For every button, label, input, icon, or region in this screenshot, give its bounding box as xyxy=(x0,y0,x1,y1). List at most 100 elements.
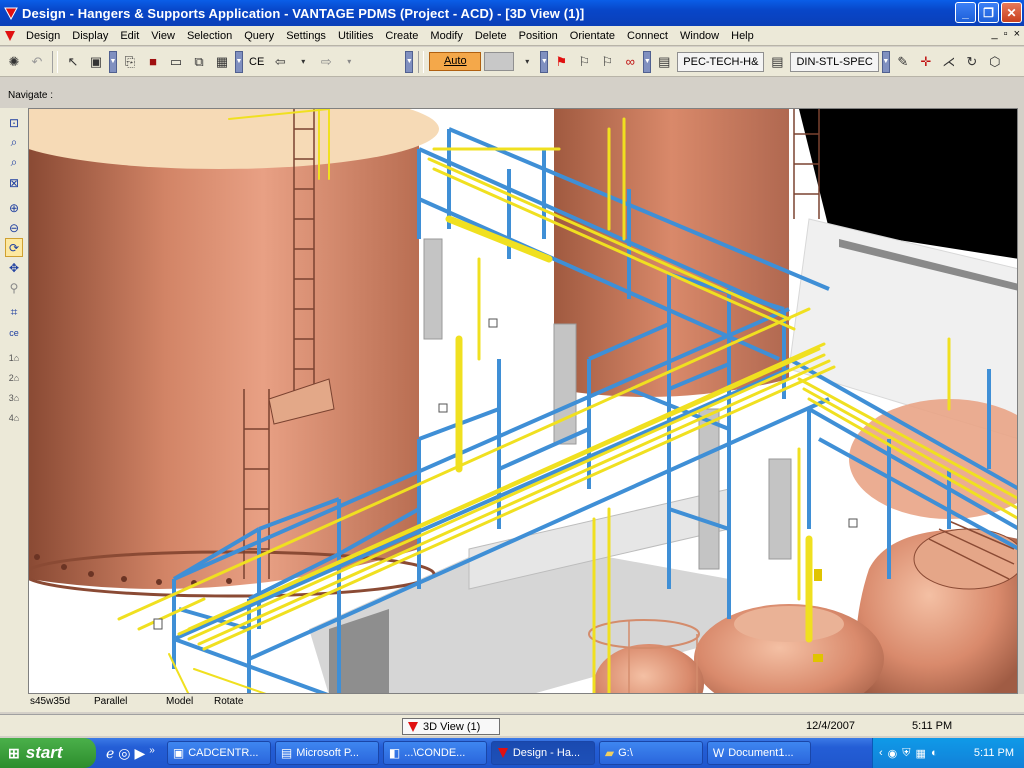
network-icon[interactable]: ⬡ xyxy=(985,52,1005,72)
menu-bar: Design Display Edit View Selection Query… xyxy=(0,26,1024,46)
flag-red-icon[interactable]: ⚑ xyxy=(551,52,571,72)
pipe-spec-field[interactable]: PEC-TECH-H& xyxy=(677,51,765,72)
menu-edit[interactable]: Edit xyxy=(114,26,145,46)
pen-icon[interactable]: ✎ xyxy=(893,52,913,72)
media-icon[interactable]: ▶ xyxy=(135,745,146,762)
mdi-close-button[interactable]: × xyxy=(1014,28,1020,40)
flag-clear-icon[interactable]: ⚐ xyxy=(597,52,617,72)
zoom-window-icon[interactable]: ⌕ xyxy=(5,133,23,152)
windows-icon[interactable]: ⧉ xyxy=(189,52,209,72)
limits-icon[interactable]: ⌗ xyxy=(5,303,23,322)
menu-view[interactable]: View xyxy=(145,26,181,46)
forward-arrow-icon[interactable]: ⇨ xyxy=(316,52,336,72)
saved-view-4-icon[interactable]: 4⌂ xyxy=(5,408,23,427)
chevron-down-icon[interactable]: ▾ xyxy=(339,52,359,72)
menu-settings[interactable]: Settings xyxy=(280,26,332,46)
system-tray: ‹ ◉ ⛨ ▦ ◐ 5:11 PM xyxy=(872,738,1024,768)
maximize-icon: ❐ xyxy=(983,5,994,20)
chevron-down-icon[interactable]: ▾ xyxy=(517,52,537,72)
maximize-button[interactable]: ❐ xyxy=(978,2,999,23)
menu-design[interactable]: Design xyxy=(20,26,66,46)
sun-icon[interactable]: ✺ xyxy=(4,52,24,72)
task-cadcentre[interactable]: ▣ CADCENTR... xyxy=(166,741,271,765)
window-icon[interactable]: ▭ xyxy=(166,52,186,72)
close-button[interactable]: ✕ xyxy=(1001,2,1022,23)
powerpoint-icon: ▤ xyxy=(280,746,293,760)
start-button[interactable]: ⊞ start xyxy=(0,738,96,768)
menu-logo-icon[interactable] xyxy=(0,30,20,42)
walk-icon[interactable]: ⚲ xyxy=(5,278,23,297)
menu-display[interactable]: Display xyxy=(66,26,114,46)
saved-view-1-icon[interactable]: 1⌂ xyxy=(5,348,23,367)
overflow-icon[interactable]: » xyxy=(149,745,155,762)
toolbar-handle[interactable]: ▼ xyxy=(235,50,243,73)
crosshair-icon[interactable]: ✛ xyxy=(916,52,936,72)
volume-icon[interactable]: ◐ xyxy=(931,747,938,759)
back-arrow-icon[interactable]: ⇦ xyxy=(270,52,290,72)
menu-utilities[interactable]: Utilities xyxy=(332,26,379,46)
browser-icon[interactable]: ◎ xyxy=(118,745,130,762)
chevron-down-icon[interactable]: ▾ xyxy=(293,52,313,72)
zoom-fit-icon[interactable]: ⊠ xyxy=(5,173,23,192)
tab-3d-view[interactable]: 3D View (1) xyxy=(402,718,500,735)
toolbar-handle[interactable]: ▼ xyxy=(540,50,549,73)
menu-position[interactable]: Position xyxy=(513,26,564,46)
mdi-minimize-button[interactable]: _ xyxy=(992,28,998,40)
toolbar-handle[interactable]: ▼ xyxy=(109,50,117,73)
3d-viewport[interactable] xyxy=(28,108,1018,694)
branch-icon[interactable]: ⋌ xyxy=(939,52,959,72)
menu-orientate[interactable]: Orientate xyxy=(564,26,621,46)
menu-connect[interactable]: Connect xyxy=(621,26,674,46)
menu-modify[interactable]: Modify xyxy=(424,26,468,46)
rotate-icon[interactable]: ⟳ xyxy=(5,238,23,257)
plant-3d-model[interactable] xyxy=(29,109,1018,694)
menu-query[interactable]: Query xyxy=(238,26,280,46)
menu-window[interactable]: Window xyxy=(674,26,725,46)
steel-spec-field[interactable]: DIN-STL-SPEC xyxy=(790,51,879,72)
table-icon[interactable]: ▦ xyxy=(212,52,232,72)
save-icon[interactable]: ■ xyxy=(143,52,163,72)
task-explorer-g[interactable]: ▰ G:\ xyxy=(598,741,703,765)
toolbar-handle[interactable]: ▼ xyxy=(405,50,414,73)
menu-selection[interactable]: Selection xyxy=(181,26,238,46)
spec-icon[interactable]: ▤ xyxy=(654,52,674,72)
task-label: Design - Ha... xyxy=(512,747,581,759)
menu-create[interactable]: Create xyxy=(379,26,424,46)
toolbar-handle[interactable]: ▼ xyxy=(643,50,652,73)
task-design[interactable]: Design - Ha... xyxy=(490,741,595,765)
refresh-icon[interactable]: ↻ xyxy=(962,52,982,72)
separator xyxy=(52,50,58,73)
security-icon[interactable]: ⛨ xyxy=(902,747,910,760)
tray-expand-icon[interactable]: ‹ xyxy=(879,747,883,759)
pointer-icon[interactable]: ↖ xyxy=(63,52,83,72)
network-icon[interactable]: ◉ xyxy=(888,747,898,760)
undo-icon[interactable]: ↶ xyxy=(27,52,47,72)
pan-icon[interactable]: ✥ xyxy=(5,258,23,277)
task-powerpoint[interactable]: ▤ Microsoft P... xyxy=(274,741,379,765)
color-swatch[interactable] xyxy=(484,52,515,71)
saved-view-3-icon[interactable]: 3⌂ xyxy=(5,388,23,407)
task-word[interactable]: W Document1... xyxy=(706,741,811,765)
select-icon[interactable]: ▣ xyxy=(86,52,106,72)
saved-view-2-icon[interactable]: 2⌂ xyxy=(5,368,23,387)
task-conde[interactable]: ◧ ...\CONDE... xyxy=(382,741,487,765)
menu-help[interactable]: Help xyxy=(725,26,760,46)
flag-outline-icon[interactable]: ⚐ xyxy=(574,52,594,72)
language-icon[interactable]: ▦ xyxy=(916,747,926,760)
glasses-icon[interactable]: ∞ xyxy=(620,52,640,72)
zoom-out-icon[interactable]: ⊖ xyxy=(5,218,23,237)
storage-tank-left[interactable] xyxy=(29,109,439,598)
zoom-in-icon[interactable]: ⊕ xyxy=(5,198,23,217)
zoom-select-icon[interactable]: ⌕ xyxy=(5,153,23,172)
copy-icon[interactable]: ⎘ xyxy=(120,52,140,72)
zoom-extents-icon[interactable]: ⊡ xyxy=(5,113,23,132)
toolbar-handle[interactable]: ▼ xyxy=(881,50,890,73)
ce-icon[interactable]: ce xyxy=(5,323,23,342)
auto-color-button[interactable]: Auto xyxy=(429,52,482,71)
menu-delete[interactable]: Delete xyxy=(469,26,513,46)
mdi-restore-button[interactable]: ▫ xyxy=(1004,28,1008,40)
tray-clock[interactable]: 5:11 PM xyxy=(974,747,1014,759)
minimize-button[interactable]: _ xyxy=(955,2,976,23)
spec-icon[interactable]: ▤ xyxy=(767,52,787,72)
ie-icon[interactable]: ℯ xyxy=(106,745,114,762)
